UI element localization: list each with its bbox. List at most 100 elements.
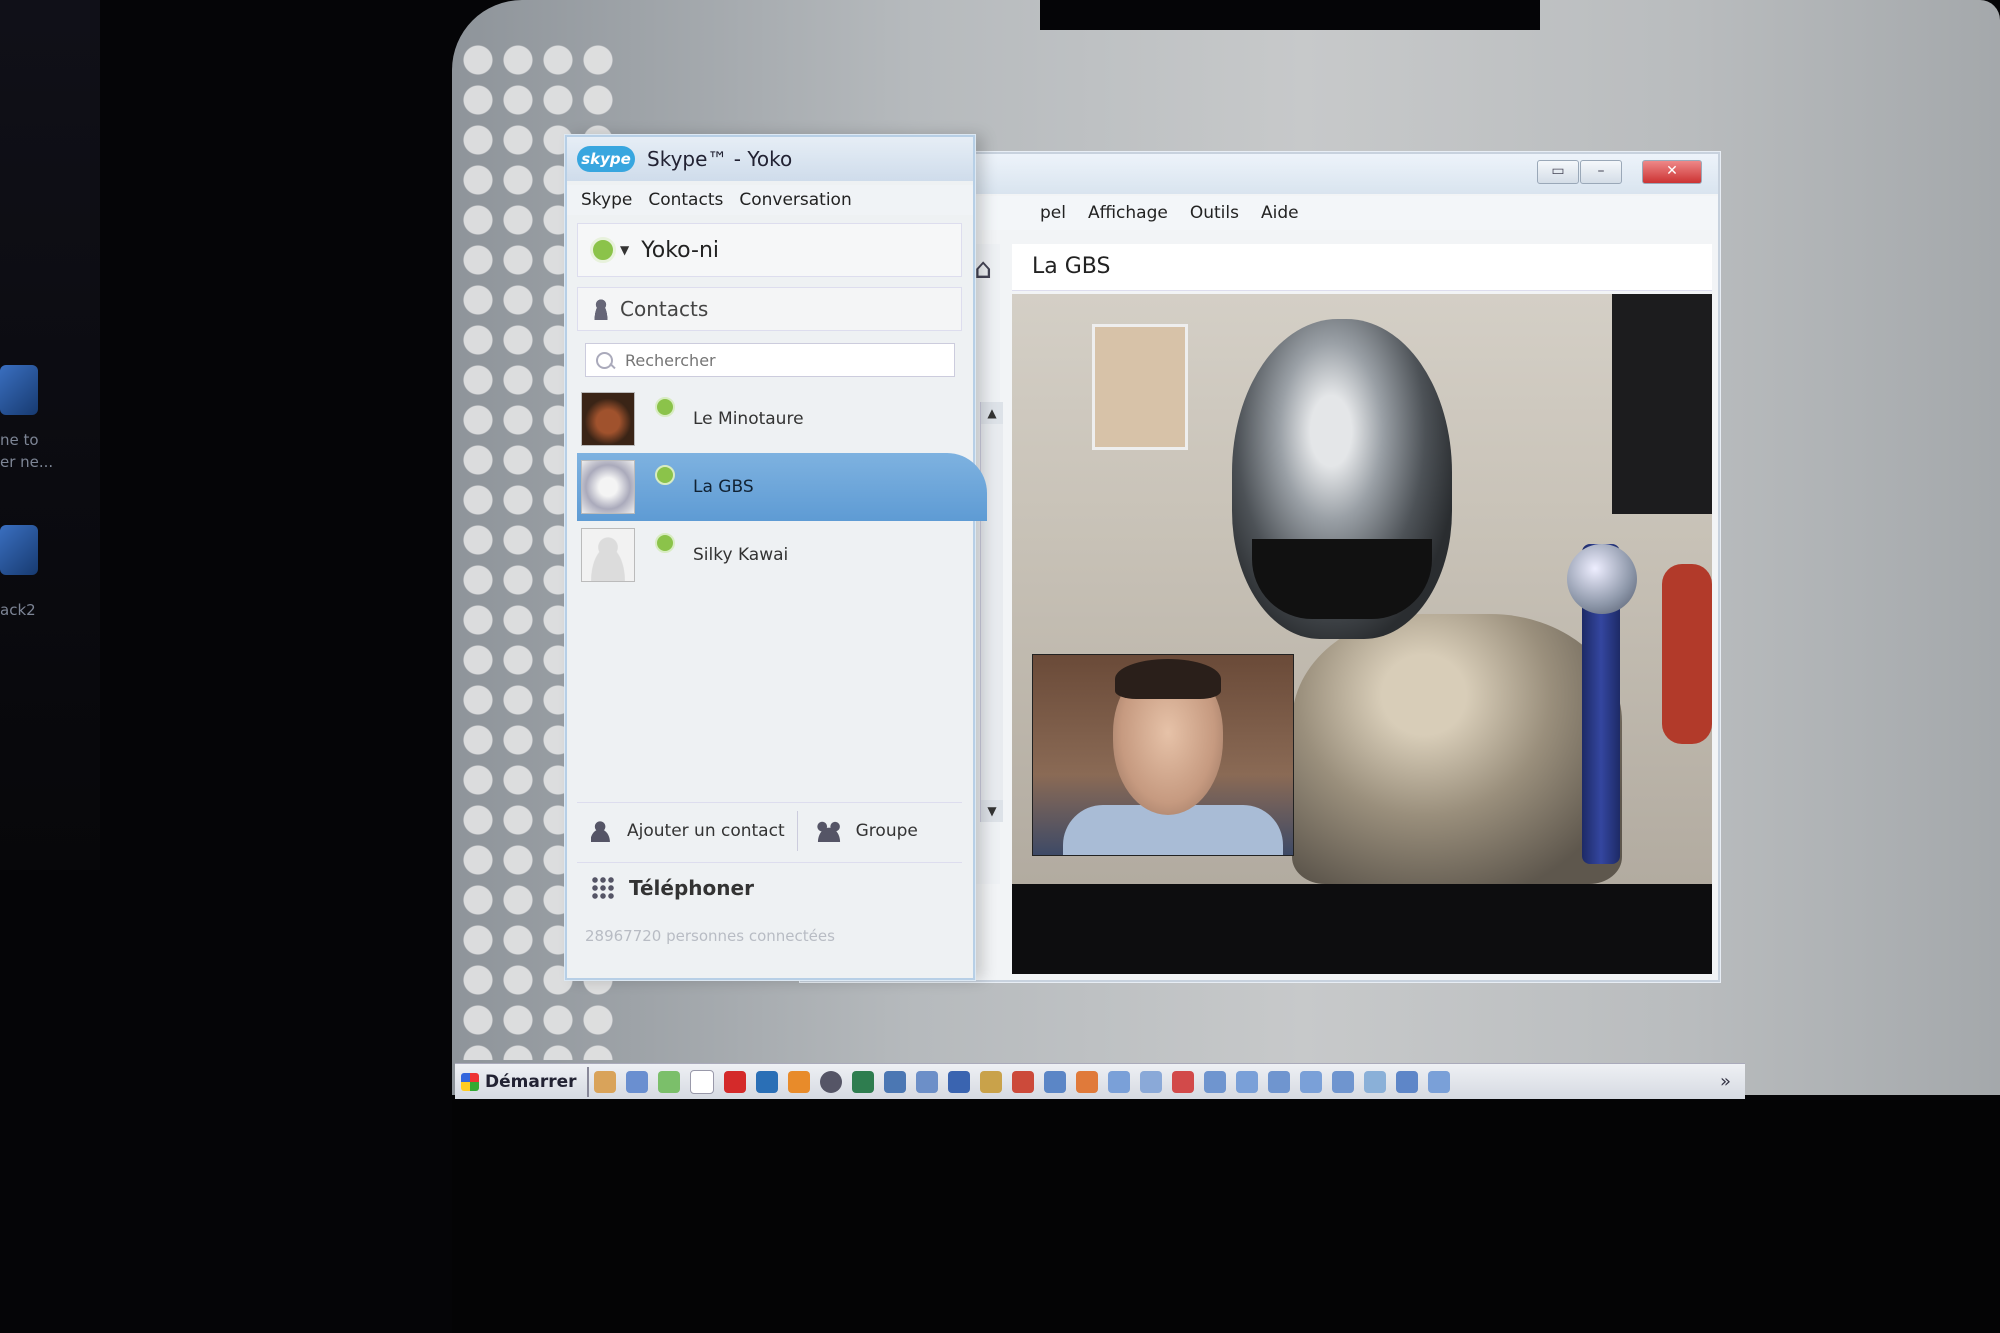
contact-name: La GBS	[693, 477, 754, 497]
contact-item-minotaure[interactable]: Le Minotaure	[577, 385, 962, 453]
taskbar-app-icon[interactable]	[1107, 1070, 1130, 1093]
close-button[interactable]: ✕	[1642, 160, 1702, 184]
quicklaunch-icon[interactable]	[625, 1070, 648, 1093]
profile-status-bar[interactable]: ▼ Yoko-ni	[577, 223, 962, 277]
sword-pommel	[1567, 544, 1637, 614]
taskbar-app-icon[interactable]	[979, 1070, 1002, 1093]
quicklaunch-icon[interactable]	[787, 1070, 810, 1093]
floor-shadow	[452, 1100, 2000, 1333]
quicklaunch-icon[interactable]	[657, 1070, 680, 1093]
tab-contacts[interactable]: Contacts	[577, 287, 962, 331]
taskbar-app-icon[interactable]	[1427, 1070, 1450, 1093]
dialpad-icon	[591, 875, 615, 900]
menu-item-view[interactable]: Affichage	[1088, 203, 1168, 223]
scrollbar[interactable]: ▲ ▼	[980, 402, 1003, 822]
profile-name: Yoko-ni	[641, 237, 720, 263]
online-status-icon	[655, 397, 675, 417]
contact-item-la-gbs[interactable]: La GBS	[577, 453, 987, 521]
self-video-preview[interactable]	[1032, 654, 1294, 856]
contact-item-silky-kawai[interactable]: Silky Kawai	[577, 521, 962, 589]
online-status-icon	[655, 465, 675, 485]
remote-video-feed	[1012, 294, 1712, 884]
quicklaunch-icon[interactable]	[819, 1070, 842, 1093]
taskbar-app-icon[interactable]	[1139, 1070, 1162, 1093]
quicklaunch-icon[interactable]	[689, 1069, 714, 1094]
windows-flag-icon	[461, 1072, 479, 1091]
online-users-count: 28967720 personnes connectées	[585, 927, 835, 945]
start-button[interactable]: Démarrer	[455, 1066, 589, 1097]
wallpaper-shadow	[1040, 0, 1540, 30]
desktop-icon-label: er ne...	[0, 453, 54, 471]
quicklaunch-icon[interactable]	[883, 1070, 906, 1093]
quicklaunch-icon[interactable]	[851, 1070, 874, 1093]
wall-poster	[1092, 324, 1188, 450]
taskbar: Démarrer »	[455, 1063, 1745, 1099]
scroll-up-icon[interactable]: ▲	[981, 402, 1003, 424]
menu-item-help[interactable]: Aide	[1261, 203, 1299, 223]
taskbar-app-icon[interactable]	[1043, 1070, 1066, 1093]
add-contact-button[interactable]: Ajouter un contact	[577, 803, 785, 859]
taskbar-app-icon[interactable]	[1331, 1070, 1354, 1093]
avatar	[581, 392, 635, 446]
menu-item-conversation[interactable]: Conversation	[739, 190, 851, 210]
online-status-icon	[655, 533, 675, 553]
skype-logo-icon: skype	[577, 146, 635, 172]
minimize-button[interactable]: –	[1580, 160, 1622, 184]
online-status-icon[interactable]	[590, 237, 616, 263]
desktop-icon-label: ack2	[0, 601, 36, 619]
chevron-down-icon[interactable]: ▼	[620, 243, 629, 257]
taskbar-app-icon[interactable]	[1363, 1070, 1386, 1093]
video-call-area[interactable]	[1012, 294, 1712, 974]
quicklaunch-icon[interactable]	[723, 1070, 746, 1093]
contact-name: Silky Kawai	[693, 545, 789, 565]
group-button[interactable]: Groupe	[798, 803, 918, 859]
contacts-tab-label: Contacts	[620, 297, 709, 321]
background-tv	[1612, 294, 1712, 514]
conversation-header: La GBS	[1012, 244, 1712, 291]
taskbar-app-icon[interactable]	[1171, 1070, 1194, 1093]
call-phones-button[interactable]: Téléphoner	[577, 862, 962, 912]
scroll-down-icon[interactable]: ▼	[981, 800, 1003, 822]
taskbar-app-icon[interactable]	[1267, 1070, 1290, 1093]
background-guitar	[1662, 564, 1712, 744]
desktop-app-icon[interactable]	[0, 525, 38, 575]
call-phones-label: Téléphoner	[629, 875, 754, 900]
taskbar-app-icon[interactable]	[1203, 1070, 1226, 1093]
quicklaunch-icon[interactable]	[755, 1070, 778, 1093]
desktop-left-edge: ne to er ne... ack2	[0, 0, 100, 870]
home-icon[interactable]: ⌂	[974, 252, 992, 285]
taskbar-app-icon[interactable]	[1075, 1070, 1098, 1093]
person-icon	[592, 298, 610, 320]
conversation-title: La GBS	[1032, 254, 1111, 279]
desktop-shortcut-icon[interactable]	[0, 365, 38, 415]
taskbar-overflow-button[interactable]: »	[1720, 1071, 1731, 1092]
menu-item-tools[interactable]: Outils	[1190, 203, 1239, 223]
person-hair	[1115, 659, 1221, 699]
restore-button[interactable]: ▭	[1537, 160, 1579, 184]
search-input[interactable]	[623, 349, 927, 371]
menu-item-contacts[interactable]: Contacts	[648, 190, 723, 210]
quicklaunch-icon[interactable]	[593, 1070, 616, 1093]
armor-shoulder	[1292, 614, 1622, 884]
taskbar-app-icon[interactable]	[915, 1070, 938, 1093]
taskbar-app-icon[interactable]	[1299, 1070, 1322, 1093]
skype-menu-bar: Skype Contacts Conversation	[567, 185, 973, 215]
desktop-icon-label: ne to	[0, 431, 39, 449]
contact-list: Le Minotaure La GBS Silky Kawai	[577, 385, 987, 589]
taskbar-app-icon[interactable]	[1395, 1070, 1418, 1093]
menu-item-call[interactable]: pel	[1040, 203, 1066, 223]
helmet-visor	[1252, 539, 1432, 619]
search-icon	[596, 351, 613, 369]
contact-actions-bar: Ajouter un contact Groupe	[577, 802, 962, 859]
contact-name: Le Minotaure	[693, 409, 804, 429]
taskbar-app-icon[interactable]	[1011, 1070, 1034, 1093]
contact-search[interactable]	[585, 343, 955, 377]
taskbar-app-icon[interactable]	[1235, 1070, 1258, 1093]
add-contact-label: Ajouter un contact	[627, 821, 785, 841]
skype-main-window: skype Skype™ - Yoko Skype Contacts Conve…	[565, 135, 987, 980]
skype-titlebar[interactable]: skype Skype™ - Yoko	[567, 137, 973, 181]
start-label: Démarrer	[485, 1071, 577, 1092]
menu-item-skype[interactable]: Skype	[581, 190, 632, 210]
taskbar-app-icon[interactable]	[947, 1070, 970, 1093]
add-person-icon	[591, 820, 617, 842]
